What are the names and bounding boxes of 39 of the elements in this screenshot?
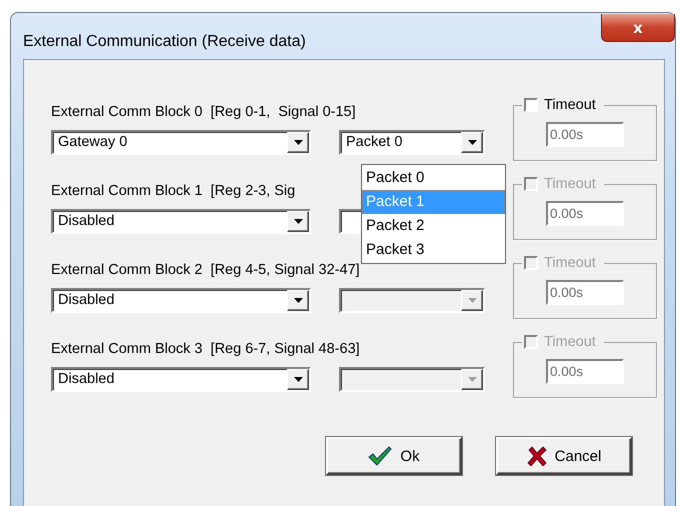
checkmark-icon: [368, 446, 392, 466]
source-dropdown[interactable]: Disabled: [51, 288, 311, 313]
window-title: External Communication (Receive data): [23, 33, 306, 51]
cancel-button[interactable]: Cancel: [496, 437, 632, 475]
caret-icon: [294, 219, 302, 224]
packet-option[interactable]: Packet 0: [362, 166, 505, 190]
packet-dropdown[interactable]: [339, 367, 485, 392]
caret-icon: [468, 377, 476, 382]
packet-dropdown[interactable]: Packet 0: [339, 130, 485, 155]
timeout-checkbox[interactable]: [524, 177, 538, 191]
timeout-label: Timeout: [544, 334, 596, 350]
caret-icon: [468, 298, 476, 303]
block-label: External Comm Block 3 [Reg 6-7, Signal 48-63]: [51, 340, 360, 359]
caret-icon: [468, 140, 476, 145]
caret-icon: [294, 298, 302, 303]
caret-icon: [294, 140, 302, 145]
packet-dropdown[interactable]: [339, 288, 485, 313]
timeout-checkbox[interactable]: [524, 335, 538, 349]
timeout-label: Timeout: [544, 176, 596, 192]
block-label: External Comm Block 0 [Reg 0-1, Signal 0-15]: [51, 103, 356, 122]
timeout-checkbox[interactable]: [524, 256, 538, 270]
block-label: External Comm Block 2 [Reg 4-5, Signal 32-47]: [51, 261, 360, 280]
timeout-field[interactable]: 0.00s: [546, 122, 624, 147]
timeout-field[interactable]: 0.00s: [546, 280, 624, 305]
cross-icon: [526, 446, 547, 466]
timeout-field[interactable]: 0.00s: [546, 201, 624, 226]
timeout-label: Timeout: [544, 255, 596, 271]
ok-button[interactable]: Ok: [326, 437, 462, 475]
source-dropdown[interactable]: Gateway 0: [51, 130, 311, 155]
source-dropdown[interactable]: Disabled: [51, 367, 311, 392]
caret-icon: [294, 377, 302, 382]
timeout-label: Timeout: [544, 97, 596, 113]
close-button[interactable]: x: [601, 14, 675, 42]
packet-option[interactable]: Packet 2: [362, 214, 505, 238]
timeout-field[interactable]: 0.00s: [546, 359, 624, 384]
source-dropdown[interactable]: Disabled: [51, 209, 311, 234]
timeout-checkbox[interactable]: [524, 98, 538, 112]
block-label: External Comm Block 1 [Reg 2-3, Sig: [51, 182, 296, 201]
packet-option[interactable]: Packet 3: [362, 238, 505, 262]
